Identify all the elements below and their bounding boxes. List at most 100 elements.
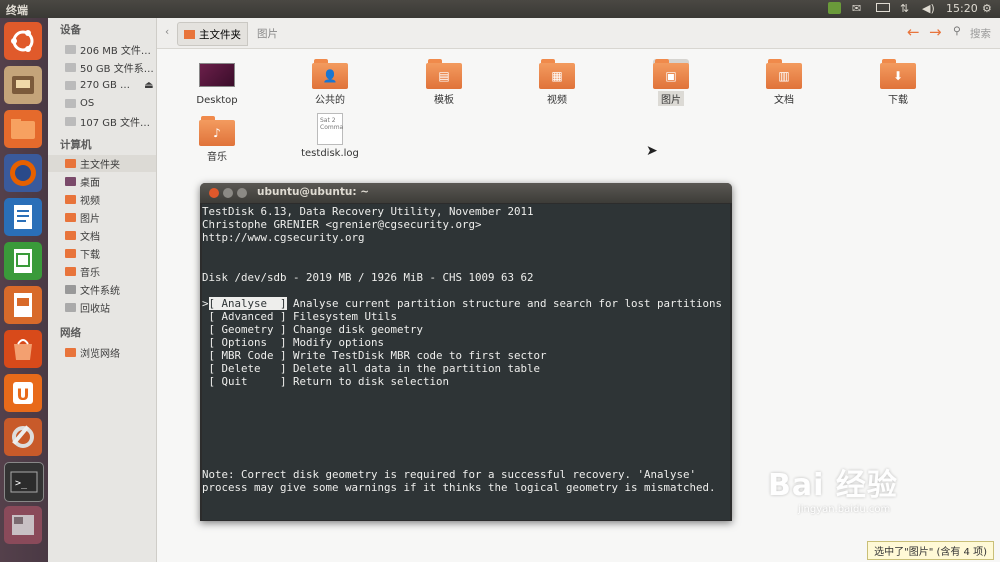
device-item[interactable]: 270 GB … ⏏ bbox=[48, 77, 156, 94]
clock[interactable]: 15:20 bbox=[946, 2, 978, 15]
drive-icon bbox=[65, 99, 76, 108]
terminal-window[interactable]: ubuntu@ubuntu: ~ TestDisk 6.13, Data Rec… bbox=[200, 183, 732, 521]
menu-item-delete[interactable]: [ Delete ] Delete all data in the partit… bbox=[202, 362, 541, 375]
terminal-line: TestDisk 6.13, Data Recovery Utility, No… bbox=[202, 205, 534, 218]
music-icon bbox=[65, 267, 76, 276]
trash-icon bbox=[65, 303, 76, 312]
folder-pictures-icon: ▣ bbox=[653, 59, 689, 89]
computer-heading: 计算机 bbox=[60, 139, 92, 151]
minimize-icon[interactable] bbox=[223, 188, 233, 198]
installer-icon[interactable] bbox=[4, 66, 42, 104]
mail-icon[interactable]: ✉ bbox=[852, 2, 861, 15]
file-item-videos[interactable]: ▦ 视频 bbox=[512, 59, 602, 106]
terminal-body[interactable]: TestDisk 6.13, Data Recovery Utility, No… bbox=[202, 204, 730, 520]
file-item-downloads[interactable]: ⬇ 下载 bbox=[853, 59, 943, 106]
terminal-note: Note: Correct disk geometry is required … bbox=[202, 468, 697, 481]
device-item[interactable]: 50 GB 文件系… bbox=[48, 59, 156, 76]
drive-icon bbox=[65, 117, 76, 126]
volume-icon[interactable]: ◀) bbox=[922, 2, 935, 15]
dash-home-icon[interactable] bbox=[4, 22, 42, 60]
ubuntu-one-icon[interactable]: U bbox=[4, 374, 42, 412]
top-panel: 终端 ✉ ⇅ ◀) 15:20 ⚙ bbox=[0, 0, 1000, 18]
folder-videos-icon: ▦ bbox=[539, 59, 575, 89]
writer-icon[interactable] bbox=[4, 198, 42, 236]
folder-public-icon: 👤 bbox=[312, 59, 348, 89]
workspace-switcher-icon[interactable] bbox=[4, 506, 42, 544]
terminal-line: Christophe GRENIER <grenier@cgsecurity.o… bbox=[202, 218, 482, 231]
sidebar-item-pictures[interactable]: 图片 bbox=[48, 209, 156, 226]
search-icon[interactable]: ⚲ bbox=[953, 25, 961, 37]
menu-item-quit[interactable]: [ Quit ] Return to disk selection bbox=[202, 375, 450, 388]
back-arrow-icon[interactable]: ← bbox=[907, 23, 920, 41]
baidu-url: jingyan.baidu.com bbox=[798, 504, 891, 515]
file-item-public[interactable]: 👤 公共的 bbox=[285, 59, 375, 106]
sidebar-item-home[interactable]: 主文件夹 bbox=[48, 155, 156, 172]
baidu-logo: Bai 经验 bbox=[768, 468, 898, 503]
sidebar-item-browse-network[interactable]: 浏览网络 bbox=[48, 344, 156, 361]
update-icon[interactable] bbox=[828, 2, 841, 17]
device-item[interactable]: OS bbox=[48, 95, 156, 112]
drive-icon bbox=[65, 81, 76, 90]
status-bar: 选中了"图片" (含有 4 项) bbox=[867, 541, 994, 560]
sidebar-item-filesystem[interactable]: 文件系统 bbox=[48, 281, 156, 298]
device-item[interactable]: 107 GB 文件… bbox=[48, 113, 156, 130]
folder-downloads-icon: ⬇ bbox=[880, 59, 916, 89]
files-icon[interactable] bbox=[4, 110, 42, 148]
folder-music-icon: ♪ bbox=[199, 116, 235, 146]
text-file-icon: Sat 2 Comma bbox=[317, 113, 343, 145]
back-history-icon[interactable]: ‹ bbox=[165, 26, 169, 38]
calc-icon[interactable] bbox=[4, 242, 42, 280]
network-icon[interactable]: ⇅ bbox=[900, 2, 909, 15]
file-item-testdisk-log[interactable]: Sat 2 Comma testdisk.log bbox=[285, 113, 375, 159]
sidebar-item-video[interactable]: 视频 bbox=[48, 191, 156, 208]
file-item-desktop[interactable]: Desktop bbox=[172, 59, 262, 106]
forward-arrow-icon[interactable]: → bbox=[929, 23, 942, 41]
picture-icon bbox=[65, 213, 76, 222]
battery-icon[interactable] bbox=[876, 2, 890, 15]
file-item-pictures[interactable]: ▣ 图片 bbox=[626, 59, 716, 106]
desktop-thumbnail-icon bbox=[199, 63, 235, 87]
sidebar-item-documents[interactable]: 文档 bbox=[48, 227, 156, 244]
places-sidebar: 设备 206 MB 文件… 50 GB 文件系… 270 GB … ⏏ OS 10… bbox=[48, 18, 157, 562]
sidebar-item-music[interactable]: 音乐 bbox=[48, 263, 156, 280]
network-heading: 网络 bbox=[60, 327, 81, 339]
close-icon[interactable] bbox=[209, 188, 219, 198]
menu-item-mbr-code[interactable]: [ MBR Code ] Write TestDisk MBR code to … bbox=[202, 349, 547, 362]
breadcrumb-home[interactable]: 主文件夹 bbox=[177, 22, 248, 46]
maximize-icon[interactable] bbox=[237, 188, 247, 198]
software-center-icon[interactable] bbox=[4, 330, 42, 368]
firefox-icon[interactable] bbox=[4, 154, 42, 192]
video-icon bbox=[65, 195, 76, 204]
menu-item-options[interactable]: [ Options ] Modify options bbox=[202, 336, 385, 349]
menu-item-geometry[interactable]: [ Geometry ] Change disk geometry bbox=[202, 323, 424, 336]
download-icon bbox=[65, 249, 76, 258]
file-item-music[interactable]: ♪ 音乐 bbox=[172, 116, 262, 163]
home-icon bbox=[65, 159, 76, 168]
devices-heading: 设备 bbox=[60, 24, 81, 36]
gear-icon[interactable]: ⚙ bbox=[982, 2, 992, 15]
launcher: U >_ bbox=[0, 18, 48, 562]
device-item[interactable]: 206 MB 文件… bbox=[48, 41, 156, 58]
terminal-icon[interactable]: >_ bbox=[4, 462, 44, 502]
terminal-note: process may give some warnings if it thi… bbox=[202, 481, 716, 494]
system-settings-icon[interactable] bbox=[4, 418, 42, 456]
path-bar: ‹ 主文件夹 图片 ← → ⚲ 搜索 bbox=[157, 18, 1000, 49]
search-label[interactable]: 搜索 bbox=[970, 26, 991, 41]
home-icon bbox=[184, 29, 195, 39]
impress-icon[interactable] bbox=[4, 286, 42, 324]
menu-item-analyse[interactable]: >[ Analyse ] Analyse current partition s… bbox=[202, 297, 722, 310]
folder-templates-icon: ▤ bbox=[426, 59, 462, 89]
breadcrumb-current[interactable]: 图片 bbox=[251, 22, 284, 44]
file-item-documents[interactable]: ▥ 文档 bbox=[739, 59, 829, 106]
terminal-titlebar[interactable]: ubuntu@ubuntu: ~ bbox=[200, 183, 732, 203]
drive-icon bbox=[65, 63, 76, 72]
sidebar-item-downloads[interactable]: 下载 bbox=[48, 245, 156, 262]
eject-icon[interactable]: ⏏ bbox=[144, 80, 153, 91]
file-item-templates[interactable]: ▤ 模板 bbox=[399, 59, 489, 106]
document-icon bbox=[65, 231, 76, 240]
app-title: 终端 bbox=[6, 4, 28, 17]
folder-documents-icon: ▥ bbox=[766, 59, 802, 89]
menu-item-advanced[interactable]: [ Advanced ] Filesystem Utils bbox=[202, 310, 398, 323]
sidebar-item-trash[interactable]: 回收站 bbox=[48, 299, 156, 316]
sidebar-item-desktop[interactable]: 桌面 bbox=[48, 173, 156, 190]
